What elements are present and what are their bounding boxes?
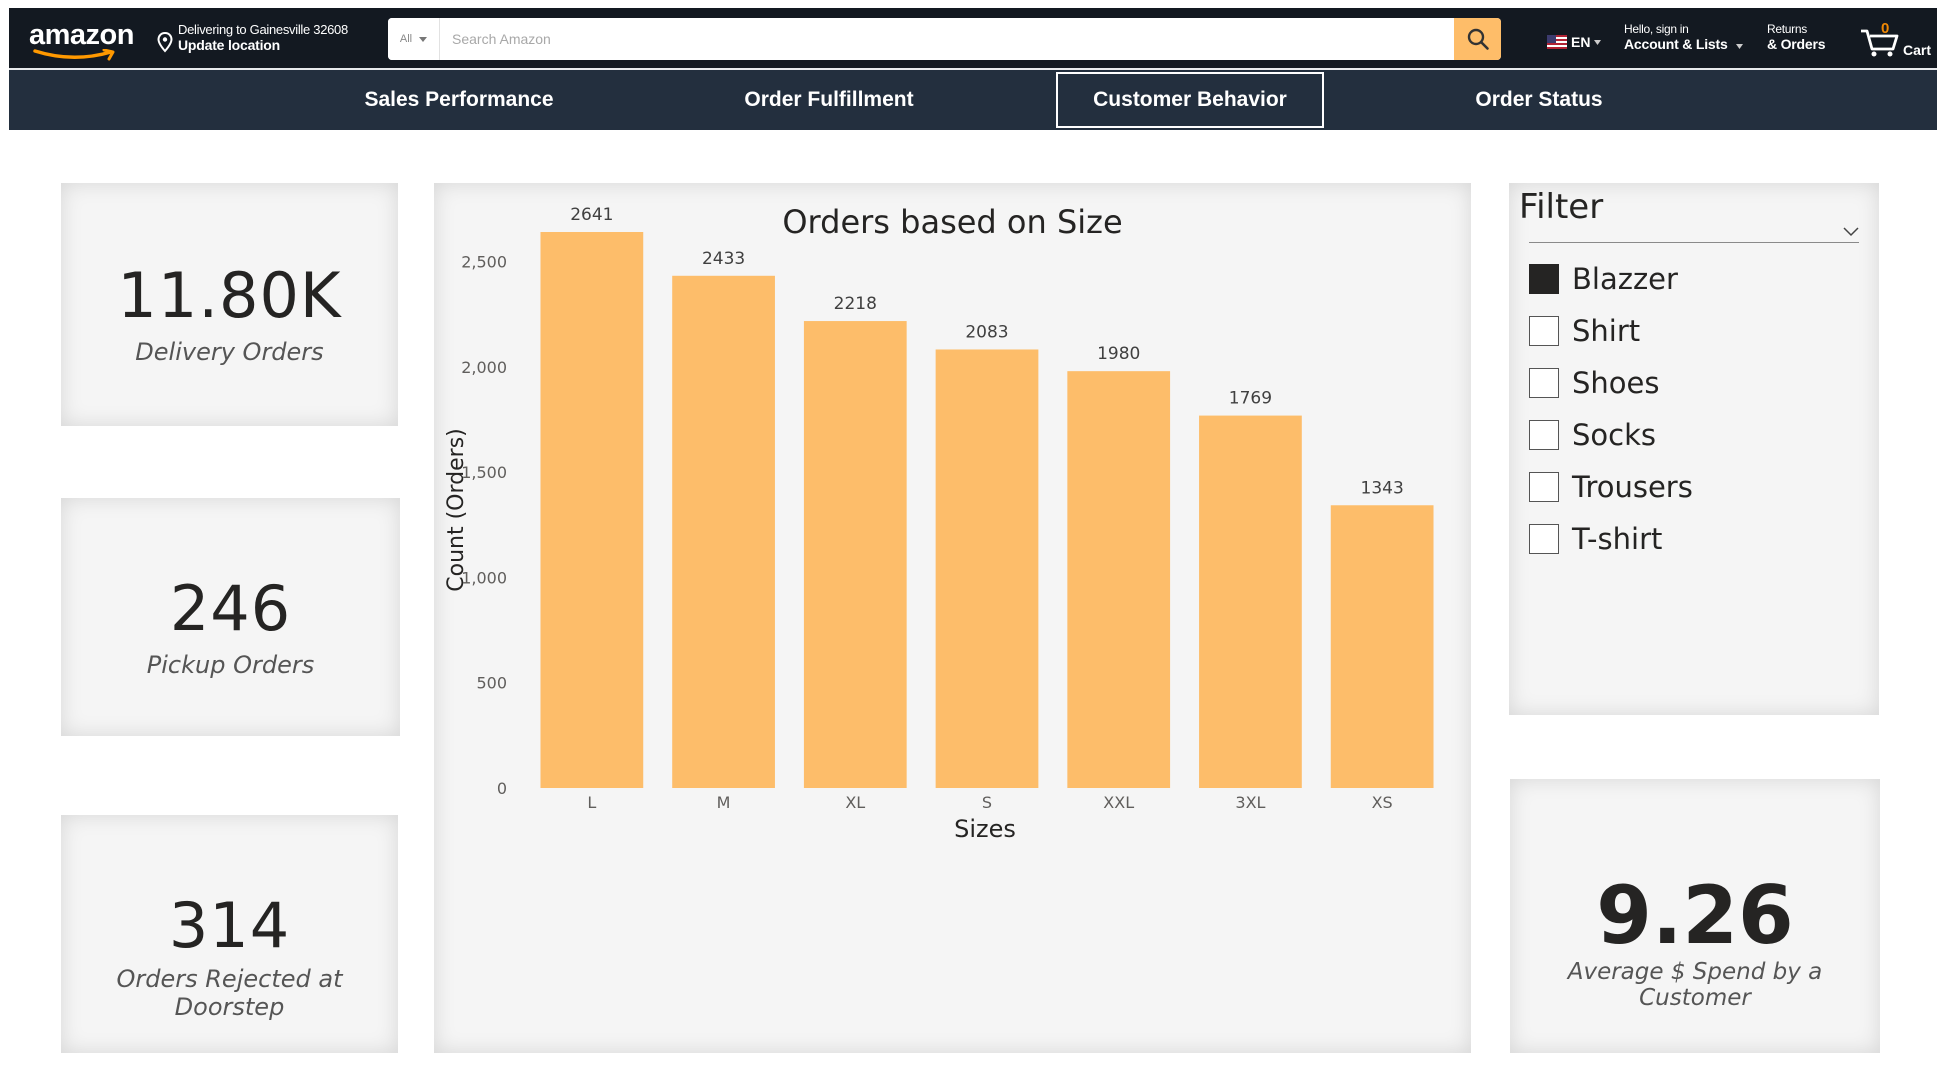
delivery-line1: Delivering to Gainesville 32608 <box>178 22 348 37</box>
filter-title: Filter <box>1519 187 1604 227</box>
account-lists[interactable]: Hello, sign in Account & Lists <box>1624 22 1728 52</box>
bar-value-label: 2641 <box>570 205 613 225</box>
language-selector[interactable]: EN <box>1547 34 1602 50</box>
bar-value-label: 1769 <box>1229 389 1272 409</box>
search-bar: All <box>388 18 1501 60</box>
kpi-value: 314 <box>168 889 291 962</box>
returns-orders[interactable]: Returns & Orders <box>1767 22 1826 52</box>
amazon-logo[interactable]: amazon <box>29 19 137 61</box>
search-input[interactable] <box>440 18 1454 60</box>
filter-option-trousers[interactable]: Trousers <box>1529 461 1693 513</box>
us-flag-icon <box>1547 35 1567 49</box>
language-label: EN <box>1571 34 1591 50</box>
search-category-label: All <box>399 33 413 45</box>
x-axis-title: Sizes <box>954 815 1016 843</box>
kpi-value: 246 <box>169 572 292 645</box>
bar-s[interactable] <box>935 349 1039 788</box>
filter-option-label: Shoes <box>1572 366 1660 400</box>
returns-label: Returns <box>1767 22 1807 36</box>
filter-option-label: Blazzer <box>1572 262 1678 296</box>
x-tick-label: M <box>717 793 731 812</box>
filter-checkbox[interactable] <box>1529 264 1559 294</box>
location-pin-icon <box>157 32 173 53</box>
caret-down-icon <box>419 36 428 42</box>
x-tick-label: XL <box>845 793 865 812</box>
filter-checkbox[interactable] <box>1529 524 1559 554</box>
cart-count: 0 <box>1881 20 1890 37</box>
filter-option-t-shirt[interactable]: T-shirt <box>1529 513 1693 565</box>
kpi-value: 9.26 <box>1596 869 1794 962</box>
filter-option-label: T-shirt <box>1572 522 1663 556</box>
filter-option-blazzer[interactable]: Blazzer <box>1529 253 1693 305</box>
kpi-card-avg-spend: 9.26 Average $ Spend by a Customer <box>1510 779 1880 1053</box>
bar-xxl[interactable] <box>1067 371 1171 788</box>
tab-order-fulfillment[interactable]: Order Fulfillment <box>669 72 989 128</box>
kpi-label: Average $ Spend by a Customer <box>1567 959 1823 1011</box>
bar-xl[interactable] <box>803 321 907 788</box>
tab-customer-behavior[interactable]: Customer Behavior <box>1056 72 1324 128</box>
kpi-card-rejected: 314 Orders Rejected at Doorstep <box>61 815 398 1053</box>
search-category-dropdown[interactable]: All <box>388 18 440 60</box>
filter-option-label: Trousers <box>1572 470 1693 504</box>
bar-value-label: 2083 <box>965 322 1008 342</box>
kpi-label: Pickup Orders <box>146 651 315 679</box>
y-tick-label: 2,000 <box>461 358 507 377</box>
amazon-logo-text: amazon <box>29 19 134 51</box>
y-tick-label: 2,500 <box>461 253 507 272</box>
filter-option-label: Socks <box>1572 418 1656 452</box>
kpi-label: Delivery Orders <box>135 338 324 366</box>
update-location-link[interactable]: Update location <box>178 37 348 53</box>
filter-option-shoes[interactable]: Shoes <box>1529 357 1693 409</box>
y-tick-label: 500 <box>476 674 507 693</box>
kpi-value: 11.80K <box>117 259 342 332</box>
chevron-down-icon[interactable] <box>1843 227 1859 237</box>
tab-order-status[interactable]: Order Status <box>1379 72 1699 128</box>
search-button[interactable] <box>1454 18 1501 60</box>
orders-by-size-chart: Orders based on Size 0 500 1,000 1,500 2,000… <box>434 183 1471 1053</box>
tab-sales-performance[interactable]: Sales Performance <box>299 72 619 128</box>
bar-value-label: 2433 <box>702 249 745 269</box>
filter-checkbox[interactable] <box>1529 472 1559 502</box>
bar-m[interactable] <box>672 275 775 788</box>
bar-l[interactable] <box>540 232 644 788</box>
bar-chart-svg: 05001,0001,5002,0002,5002641L2433M2218XL… <box>444 205 1434 843</box>
filter-slicer: Filter Blazzer Shirt Shoes Socks Trousers T-s… <box>1509 183 1879 715</box>
y-tick-label: 0 <box>497 779 507 798</box>
filter-checkbox[interactable] <box>1529 420 1559 450</box>
amazon-header: amazon Delivering to Gainesville 32608 U… <box>9 8 1937 68</box>
y-axis-title: Count (Orders) <box>444 428 469 591</box>
bar-value-label: 1343 <box>1361 478 1404 498</box>
dashboard-nav: Sales Performance Order Fulfillment Cust… <box>9 68 1937 130</box>
kpi-card-delivery: 11.80K Delivery Orders <box>61 183 398 426</box>
x-tick-label: XS <box>1372 793 1393 812</box>
filter-option-shirt[interactable]: Shirt <box>1529 305 1693 357</box>
caret-down-icon <box>1594 39 1602 45</box>
amazon-smile-icon <box>33 49 115 61</box>
account-lists-label: Account & Lists <box>1624 36 1728 52</box>
bar-value-label: 1980 <box>1097 344 1140 364</box>
cart-label: Cart <box>1903 42 1932 58</box>
caret-down-icon <box>1736 44 1743 49</box>
filter-options: Blazzer Shirt Shoes Socks Trousers T-shirt <box>1529 253 1693 565</box>
x-tick-label: S <box>982 793 992 812</box>
bar-xs[interactable] <box>1330 505 1434 788</box>
x-tick-label: 3XL <box>1235 793 1265 812</box>
filter-option-socks[interactable]: Socks <box>1529 409 1693 461</box>
filter-checkbox[interactable] <box>1529 368 1559 398</box>
search-icon <box>1467 28 1489 50</box>
filter-divider <box>1529 242 1859 243</box>
x-tick-label: L <box>587 793 596 812</box>
cart-icon <box>1861 29 1899 57</box>
filter-checkbox[interactable] <box>1529 316 1559 346</box>
filter-option-label: Shirt <box>1572 314 1641 348</box>
account-greeting: Hello, sign in <box>1624 22 1689 36</box>
x-tick-label: XXL <box>1103 793 1134 812</box>
orders-label: & Orders <box>1767 36 1826 52</box>
bar-value-label: 2218 <box>834 294 877 314</box>
kpi-card-pickup: 246 Pickup Orders <box>61 498 400 736</box>
bar-3xl[interactable] <box>1199 415 1302 788</box>
delivery-location[interactable]: Delivering to Gainesville 32608 Update l… <box>157 22 348 54</box>
cart-button[interactable]: 0 Cart <box>1859 20 1939 60</box>
kpi-label: Orders Rejected at Doorstep <box>116 965 343 1021</box>
